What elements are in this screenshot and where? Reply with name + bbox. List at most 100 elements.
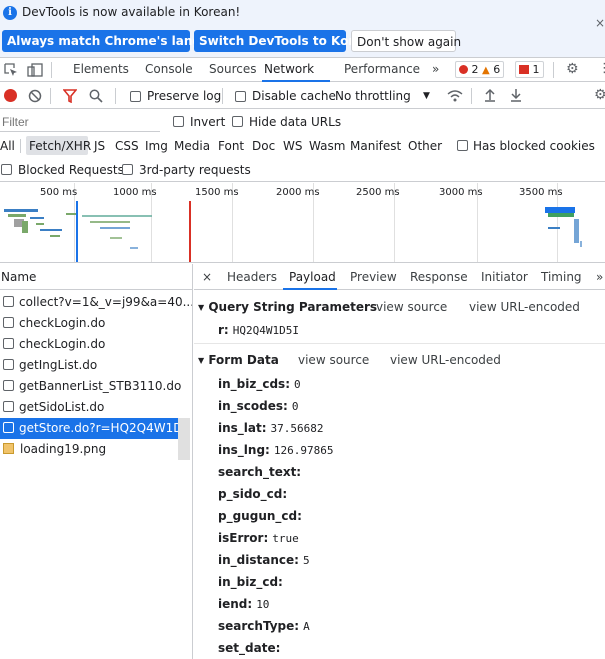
form-param-row: in_biz_cd: <box>218 575 287 589</box>
request-name: checkLogin.do <box>19 337 106 351</box>
filter-icon[interactable] <box>63 89 77 103</box>
switch-to-korean-button[interactable]: Switch DevTools to Korean <box>194 30 379 52</box>
blocked-requests-checkbox[interactable] <box>1 164 12 175</box>
record-icon[interactable] <box>4 89 17 102</box>
toolbar-divider <box>471 88 472 104</box>
error-count: 2 <box>471 63 479 76</box>
request-name: getBannerList_STB3110.do <box>19 379 182 393</box>
tab-sources[interactable]: Sources <box>209 62 256 76</box>
document-icon <box>3 296 14 307</box>
toolbar-divider <box>20 139 21 153</box>
third-party-checkbox[interactable] <box>122 164 133 175</box>
selected-tab-indicator <box>262 80 330 82</box>
inspect-element-icon[interactable] <box>4 63 18 77</box>
export-har-icon[interactable] <box>510 88 522 102</box>
settings-gear-icon[interactable]: ⚙ <box>566 61 579 77</box>
network-conditions-icon[interactable] <box>446 88 464 104</box>
request-row[interactable]: getIngList.do <box>0 355 192 376</box>
tab-performance[interactable]: Performance <box>344 62 420 76</box>
network-settings-gear-icon[interactable]: ⚙ <box>594 87 605 103</box>
more-detail-tabs-button[interactable]: » <box>596 270 603 284</box>
clear-icon[interactable] <box>28 89 42 103</box>
throttling-chevron-down-icon[interactable]: ▼ <box>423 91 430 101</box>
more-tabs-button[interactable]: » <box>432 62 439 76</box>
document-icon <box>3 401 14 412</box>
has-blocked-cookies-checkbox[interactable] <box>457 140 468 151</box>
dont-show-again-button[interactable]: Don't show again <box>351 30 461 52</box>
param-key: in_scodes: <box>218 399 288 413</box>
type-all[interactable]: All <box>0 139 15 153</box>
request-row-selected[interactable]: getStore.do?r=HQ2Q4W1D... <box>0 418 178 439</box>
disable-cache-checkbox[interactable] <box>235 91 246 102</box>
type-css[interactable]: CSS <box>115 139 139 153</box>
issues-badge[interactable]: 1 <box>515 61 544 78</box>
scrollbar-track[interactable] <box>178 418 190 460</box>
type-manifest[interactable]: Manifest <box>350 139 401 153</box>
request-name: checkLogin.do <box>19 316 106 330</box>
request-row[interactable]: checkLogin.do <box>0 334 192 355</box>
timeline-tick-label: 2500 ms <box>356 187 400 198</box>
preserve-log-checkbox[interactable] <box>130 91 141 102</box>
form-param-row: in_distance: 5 <box>218 553 310 567</box>
timeline-tick-label: 500 ms <box>40 187 78 198</box>
type-media[interactable]: Media <box>174 139 210 153</box>
form-view-source-link[interactable]: view source <box>298 353 369 367</box>
query-view-url-encoded-link[interactable]: view URL-encoded <box>469 300 580 314</box>
throttling-select[interactable]: No throttling <box>335 89 411 103</box>
request-row[interactable]: getSidoList.do <box>0 397 192 418</box>
main-tab-bar: Elements Console Sources Network Perform… <box>0 58 605 82</box>
request-detail-tabs: × Headers Payload Preview Response Initi… <box>194 264 605 290</box>
timeline-tick-label: 2000 ms <box>276 187 320 198</box>
param-value: 0 <box>291 400 299 413</box>
request-row[interactable]: getBannerList_STB3110.do <box>0 376 192 397</box>
section-divider <box>194 343 605 344</box>
search-icon[interactable] <box>89 89 103 103</box>
type-other[interactable]: Other <box>408 139 442 153</box>
param-key: ins_lng: <box>218 443 270 457</box>
request-row[interactable]: checkLogin.do <box>0 313 192 334</box>
query-params-section-toggle[interactable]: ▼ Query String Parameters <box>198 300 377 314</box>
import-har-icon[interactable] <box>484 88 496 102</box>
invert-checkbox[interactable] <box>173 116 184 127</box>
request-row[interactable]: collect?v=1&_v=j99&a=40... <box>0 292 192 313</box>
filter-input[interactable] <box>0 112 160 132</box>
infobar-close-icon[interactable]: × <box>595 16 605 30</box>
type-fetch-xhr[interactable]: Fetch/XHR <box>29 139 91 153</box>
query-view-source-link[interactable]: view source <box>376 300 447 314</box>
tab-console[interactable]: Console <box>145 62 193 76</box>
param-value: 10 <box>256 598 270 611</box>
type-doc[interactable]: Doc <box>252 139 275 153</box>
form-param-row: set_date: <box>218 641 284 655</box>
type-font[interactable]: Font <box>218 139 244 153</box>
type-img[interactable]: Img <box>145 139 168 153</box>
detail-close-icon[interactable]: × <box>202 270 212 284</box>
tab-preview[interactable]: Preview <box>350 270 397 284</box>
form-data-section-toggle[interactable]: ▼ Form Data <box>198 353 279 367</box>
tab-timing[interactable]: Timing <box>541 270 582 284</box>
request-row[interactable]: loading19.png <box>0 439 192 460</box>
tab-elements[interactable]: Elements <box>73 62 129 76</box>
payload-panel: ▼ Query String Parameters view source vi… <box>194 290 605 659</box>
tab-response[interactable]: Response <box>410 270 468 284</box>
document-icon <box>3 338 14 349</box>
form-view-url-encoded-link[interactable]: view URL-encoded <box>390 353 501 367</box>
type-ws[interactable]: WS <box>283 139 302 153</box>
tab-network[interactable]: Network <box>264 62 314 76</box>
form-param-row: searchType: A <box>218 619 310 633</box>
device-toolbar-icon[interactable] <box>27 63 43 77</box>
name-column-header[interactable]: Name <box>0 264 193 290</box>
type-wasm[interactable]: Wasm <box>309 139 345 153</box>
tab-payload[interactable]: Payload <box>289 270 336 284</box>
request-name: getStore.do?r=HQ2Q4W1D... <box>19 421 178 435</box>
tab-initiator[interactable]: Initiator <box>481 270 528 284</box>
type-js[interactable]: JS <box>94 139 105 153</box>
toolbar-divider <box>222 88 223 104</box>
always-match-language-button[interactable]: Always match Chrome's language <box>2 30 234 52</box>
console-errors-badge[interactable]: 2 ▲ 6 <box>455 61 505 78</box>
param-key: r: <box>218 323 229 337</box>
disable-cache-label: Disable cache <box>252 89 336 103</box>
tab-headers[interactable]: Headers <box>227 270 277 284</box>
network-overview-timeline[interactable]: 500 ms 1000 ms 1500 ms 2000 ms 2500 ms 3… <box>0 183 605 263</box>
hide-data-urls-checkbox[interactable] <box>232 116 243 127</box>
more-options-icon[interactable]: ⋮ <box>598 61 605 76</box>
